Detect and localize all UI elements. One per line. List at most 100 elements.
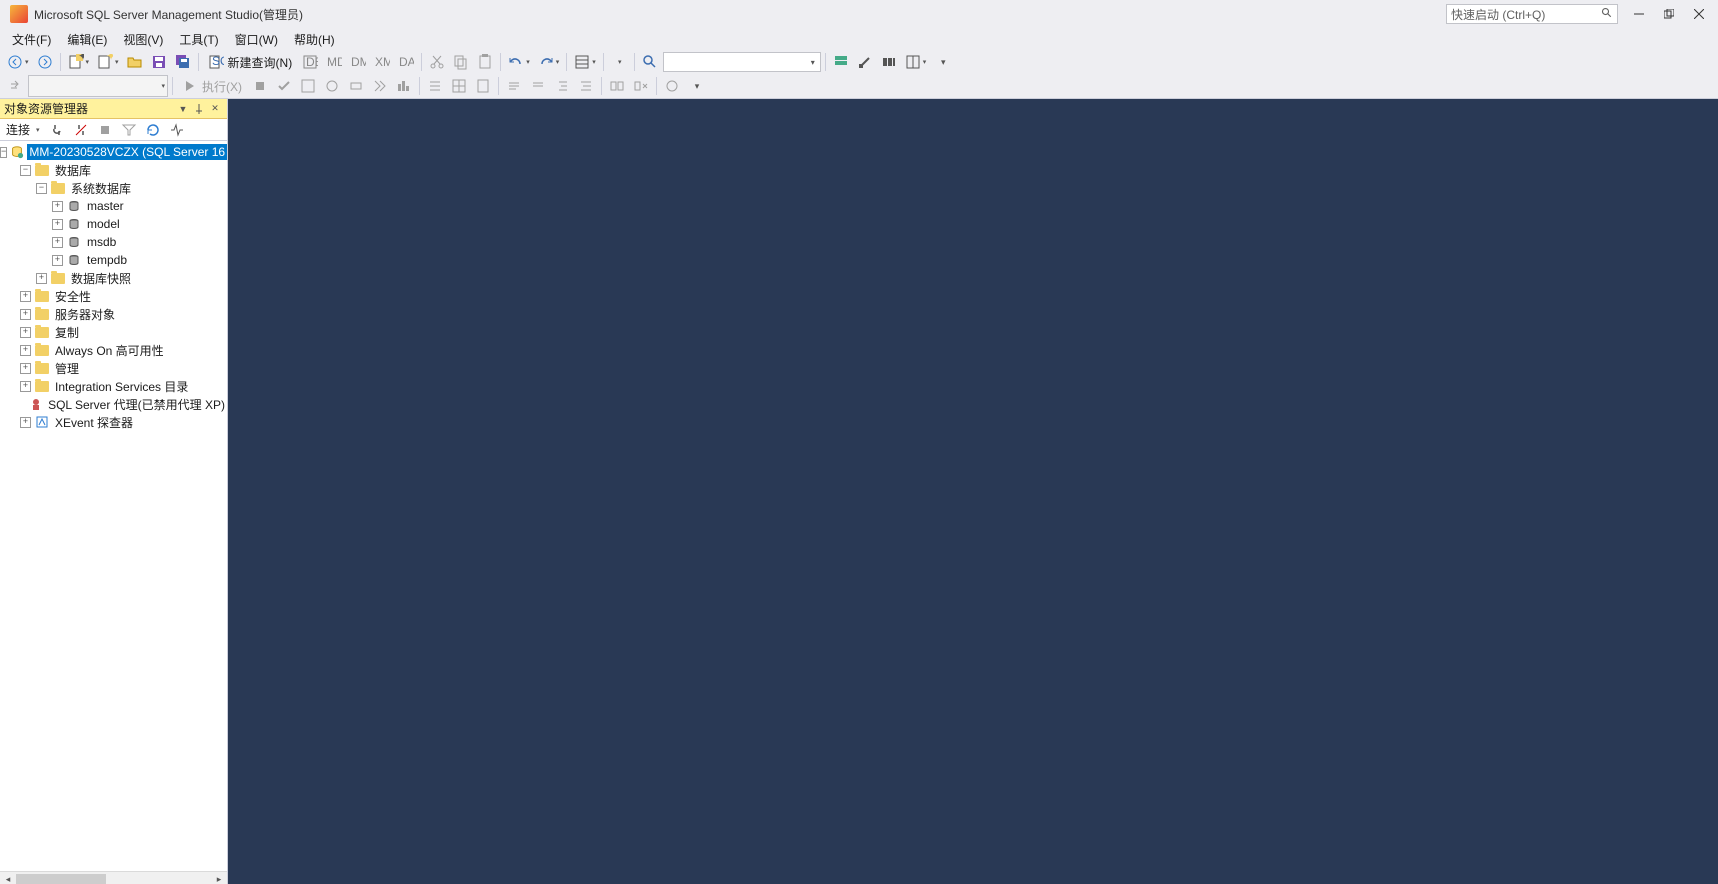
app-icon [10,5,28,23]
window-title: Microsoft SQL Server Management Studio(管… [34,6,303,23]
intellisense-button[interactable] [345,75,367,97]
execute-button[interactable]: 执行(X) [177,75,247,97]
redo-button[interactable]: ▾ [535,51,563,73]
tree-node-db-snapshots[interactable]: + 数据库快照 [0,269,227,287]
find-button[interactable] [639,51,661,73]
outdent-button[interactable] [575,75,597,97]
results-to-file-button[interactable] [472,75,494,97]
quick-launch-input[interactable]: 快速启动 (Ctrl+Q) [1446,4,1618,24]
menu-file[interactable]: 文件(F) [4,29,59,50]
connect-dropdown[interactable]: 连接▾ [2,121,44,139]
tree-node-db-msdb[interactable]: + msdb [0,233,227,251]
query-options-button[interactable] [321,75,343,97]
tree-node-db-model[interactable]: + model [0,215,227,233]
results-to-text-button[interactable] [424,75,446,97]
tree-node-db-tempdb[interactable]: + tempdb [0,251,227,269]
toolbar-row-2: ▾ 执行(X) ▾ [0,74,1718,98]
tree-node-security[interactable]: + 安全性 [0,287,227,305]
folder-icon [34,163,50,177]
panel-dropdown-button[interactable]: ▼ [175,101,191,117]
parse-button[interactable] [273,75,295,97]
change-connection-button[interactable] [4,75,26,97]
object-explorer-tree[interactable]: − MM-20230528VCZX (SQL Server 16 − 数据库 −… [0,141,227,871]
tree-node-system-databases[interactable]: − 系统数据库 [0,179,227,197]
open-file-button[interactable] [124,51,146,73]
nav-back-button[interactable]: ▾ [4,51,32,73]
tree-node-databases[interactable]: − 数据库 [0,161,227,179]
tree-node-sql-agent[interactable]: SQL Server 代理(已禁用代理 XP) [0,395,227,413]
svg-text:✦: ✦ [78,54,84,63]
debug-button[interactable] [661,75,683,97]
db-engine-query-button[interactable]: DE [299,51,321,73]
workspace-area [228,99,1718,884]
template-browser-button[interactable] [878,51,900,73]
nav-forward-button[interactable] [34,51,56,73]
window-layout-button[interactable]: ▾ [902,51,930,73]
options-button[interactable] [854,51,876,73]
maximize-button[interactable] [1654,3,1684,25]
cut-button[interactable] [426,51,448,73]
tree-node-management[interactable]: + 管理 [0,359,227,377]
dmx-query-button[interactable]: DMX [347,51,369,73]
toolbar-overflow-1[interactable]: ▾ [931,51,953,73]
stop-button[interactable] [94,121,116,139]
activity-monitor-button[interactable]: ▾ [608,51,630,73]
folder-icon [34,361,50,375]
find-combo[interactable]: ▾ [663,52,821,72]
mdx-query-button[interactable]: MDX [323,51,345,73]
live-stats-button[interactable] [393,75,415,97]
tree-node-replication[interactable]: + 复制 [0,323,227,341]
undo-button[interactable]: ▾ [505,51,533,73]
toolbar-overflow-2[interactable]: ▾ [685,75,707,97]
database-icon [66,217,82,231]
specify-values2-button[interactable] [630,75,652,97]
estimated-plan-button[interactable] [297,75,319,97]
specify-values-button[interactable] [606,75,628,97]
svg-text:✦: ✦ [106,54,113,63]
comment-button[interactable] [503,75,525,97]
new-project-button[interactable]: ✦▾ [65,51,93,73]
results-to-grid-button[interactable] [448,75,470,97]
menu-bar: 文件(F) 编辑(E) 视图(V) 工具(T) 窗口(W) 帮助(H) [0,28,1718,50]
tree-node-server[interactable]: − MM-20230528VCZX (SQL Server 16 [0,143,227,161]
tree-node-integration-services[interactable]: + Integration Services 目录 [0,377,227,395]
menu-help[interactable]: 帮助(H) [286,29,343,50]
xmla-query-button[interactable]: XMLA [371,51,393,73]
folder-icon [50,271,66,285]
folder-icon [50,181,66,195]
include-actual-plan-button[interactable] [369,75,391,97]
new-item-button[interactable]: ✦▾ [94,51,122,73]
tree-node-xevent[interactable]: + XEvent 探查器 [0,413,227,431]
menu-tools[interactable]: 工具(T) [171,29,226,50]
indent-button[interactable] [551,75,573,97]
tree-node-db-master[interactable]: + master [0,197,227,215]
filter-button[interactable] [118,121,140,139]
menu-window[interactable]: 窗口(W) [227,29,286,50]
panel-pin-button[interactable] [191,101,207,117]
properties-button[interactable]: ▾ [571,51,599,73]
new-query-button[interactable]: SQL 新建查询(N) [203,51,298,73]
minimize-button[interactable] [1624,3,1654,25]
folder-icon [34,289,50,303]
save-button[interactable] [148,51,170,73]
dax-query-button[interactable]: DAX [395,51,417,73]
tree-node-server-objects[interactable]: + 服务器对象 [0,305,227,323]
available-db-combo[interactable]: ▾ [28,75,168,97]
refresh-button[interactable] [142,121,164,139]
uncomment-button[interactable] [527,75,549,97]
cancel-query-button[interactable] [249,75,271,97]
copy-button[interactable] [450,51,472,73]
panel-close-button[interactable]: ✕ [207,101,223,117]
menu-edit[interactable]: 编辑(E) [59,29,115,50]
connect-object-explorer-button[interactable] [46,121,68,139]
tree-node-always-on[interactable]: + Always On 高可用性 [0,341,227,359]
database-icon [66,199,82,213]
registered-servers-button[interactable] [830,51,852,73]
tree-horizontal-scrollbar[interactable]: ◂▸ [0,871,227,884]
menu-view[interactable]: 视图(V) [115,29,171,50]
save-all-button[interactable] [172,51,194,73]
activity-icon[interactable] [166,121,188,139]
close-button[interactable] [1684,3,1714,25]
paste-button[interactable] [474,51,496,73]
disconnect-button[interactable] [70,121,92,139]
